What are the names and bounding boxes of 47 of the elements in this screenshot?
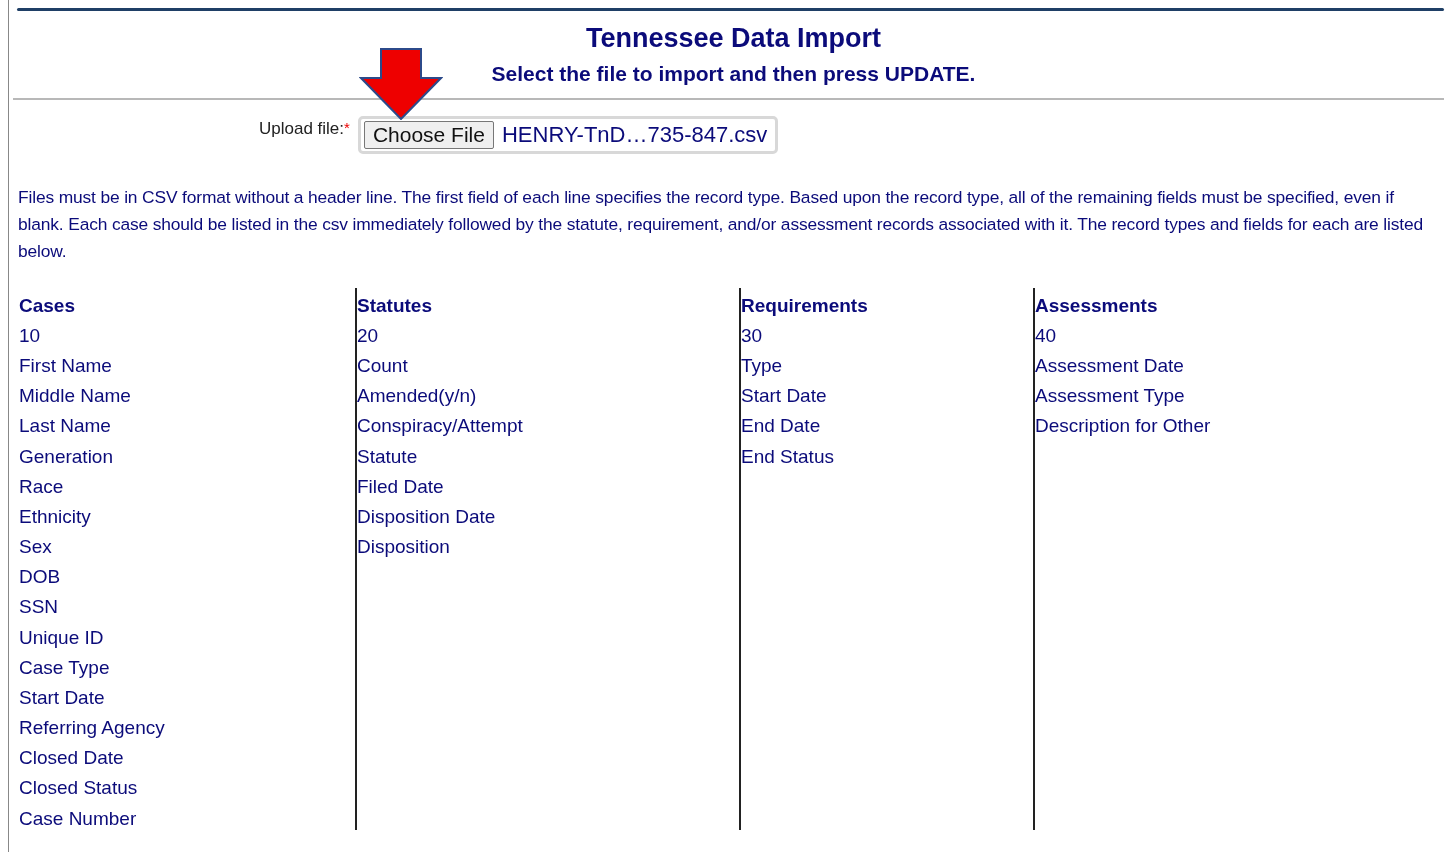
field-name: Disposition Date [357, 504, 497, 529]
field-name: Race [19, 474, 65, 499]
field-name: Case Type [19, 655, 111, 680]
field-name: Count [357, 354, 409, 379]
file-input[interactable]: Choose File HENRY-TnD…735-847.csv [357, 116, 779, 154]
file-name: HENRY-TnD…735-847.csv [501, 122, 768, 148]
choose-file-button[interactable]: Choose File [363, 121, 494, 149]
column-heading: Requirements [741, 294, 869, 318]
field-name: 40 [1035, 324, 1058, 348]
field-name: Closed Date [19, 746, 125, 771]
field-name: Conspiracy/Attempt [357, 414, 524, 439]
field-name: Description for Other [1035, 414, 1212, 439]
field-name: Generation [19, 444, 114, 469]
field-name: Closed Status [19, 776, 139, 801]
field-name: SSN [19, 595, 60, 620]
field-name: DOB [19, 565, 62, 590]
field-name: 20 [357, 324, 380, 348]
field-name: First Name [19, 354, 113, 379]
page-title: Tennessee Data Import [585, 22, 882, 55]
field-name: Last Name [19, 414, 112, 439]
field-name: 30 [741, 324, 764, 348]
column-heading: Statutes [357, 294, 433, 318]
field-name: Start Date [19, 685, 106, 710]
field-name: Assessment Type [1035, 384, 1186, 409]
field-name: Start Date [741, 384, 828, 409]
column-heading: Assessments [1035, 294, 1159, 318]
field-label: Upload file: [259, 119, 345, 139]
field-name: Amended(y/n) [357, 384, 478, 409]
field-name: Middle Name [19, 384, 132, 409]
required-mark: * [344, 119, 350, 136]
field-name: Assessment Date [1035, 354, 1185, 379]
field-name: Disposition [357, 535, 451, 560]
field-name: Ethnicity [19, 504, 92, 529]
page-subtitle: Select the file to import and then press UPDATE. [491, 61, 976, 87]
field-name: Sex [19, 535, 53, 560]
field-name: Referring Agency [19, 716, 166, 741]
field-name: Type [741, 354, 784, 379]
field-name: Statute [357, 444, 419, 469]
column-heading: Cases [19, 294, 76, 318]
pointer-arrow-icon [359, 48, 443, 120]
field-name: 10 [19, 324, 42, 348]
field-name: End Status [741, 444, 835, 469]
field-name: Case Number [19, 806, 138, 831]
field-name: Filed Date [357, 474, 445, 499]
field-name: End Date [741, 414, 822, 439]
instructions-text: Files must be in CSV format without a header line. The first field of each line specifies the record type. Based upon the record type, all of the remaining fields must be specified, even if blank. Each case should be listed in the csv immediately followed by the statute, requirement, and/or assessment records associated with it. The record types and fields for each are listed below. [18, 186, 1425, 263]
field-name: Unique ID [19, 625, 105, 650]
